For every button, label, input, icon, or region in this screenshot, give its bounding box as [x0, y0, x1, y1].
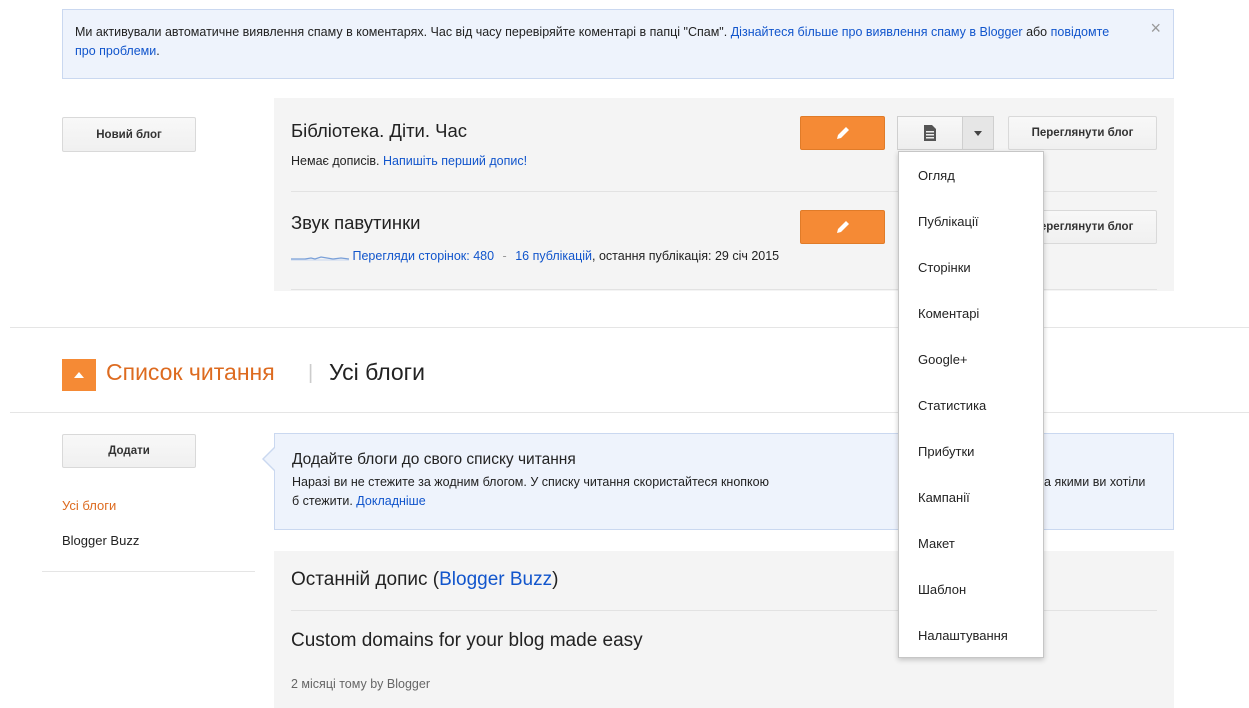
new-post-button[interactable]	[800, 116, 885, 150]
blog-menu-dropdown-button[interactable]	[962, 116, 994, 150]
post-title[interactable]: Custom domains for your blog made easy	[291, 630, 643, 652]
pageviews-sparkline-icon	[291, 256, 350, 261]
notice-or-text: або	[1026, 25, 1048, 39]
posts-count-link[interactable]: 16 публікацій	[515, 249, 592, 263]
menu-item-posts[interactable]: Публікації	[899, 199, 1043, 245]
info-text-body: Наразі ви не стежите за жодним блогом. У…	[292, 475, 769, 489]
learn-more-link[interactable]: Дізнайтеся більше про виявлення спаму в …	[731, 25, 1023, 39]
blogger-buzz-link[interactable]: Blogger Buzz	[439, 569, 552, 590]
section-divider	[10, 327, 1249, 328]
blog-title[interactable]: Бібліотека. Діти. Час	[291, 120, 467, 142]
spam-notice-banner: Ми активували автоматичне виявлення спам…	[62, 9, 1174, 79]
pencil-icon	[836, 127, 849, 139]
view-blog-button[interactable]: Переглянути блог	[1008, 116, 1157, 150]
menu-item-stats[interactable]: Статистика	[899, 383, 1043, 429]
blog-status: Немає дописів. Напишіть перший допис!	[291, 154, 527, 168]
menu-item-google-plus[interactable]: Google+	[899, 337, 1043, 383]
notice-text: Ми активували автоматичне виявлення спам…	[75, 25, 728, 39]
chevron-up-icon	[74, 372, 84, 378]
chevron-down-icon	[974, 130, 982, 136]
collapse-reading-list-button[interactable]	[62, 359, 96, 391]
new-post-button[interactable]	[800, 210, 885, 244]
reading-list-title[interactable]: Список читання	[106, 359, 275, 386]
last-post-text: , остання публікація: 29 січ 2015	[592, 249, 780, 263]
sidebar-item-all-blogs[interactable]: Усі блоги	[62, 498, 116, 513]
document-icon	[924, 125, 936, 141]
close-icon[interactable]: ×	[1150, 19, 1161, 37]
heading-prefix: Останній допис (	[291, 569, 440, 590]
blog-stats: Перегляди сторінок: 480 - 16 публікацій,…	[291, 248, 779, 263]
blog-title[interactable]: Звук павутинки	[291, 212, 421, 234]
menu-item-template[interactable]: Шаблон	[899, 567, 1043, 613]
learn-more-link[interactable]: Докладніше	[356, 494, 425, 508]
tab-separator: |	[308, 362, 314, 384]
sidebar-item-blogger-buzz[interactable]: Blogger Buzz	[62, 533, 139, 548]
tab-all-blogs[interactable]: Усі блоги	[329, 359, 425, 386]
pageviews-link[interactable]: Перегляди сторінок: 480	[352, 249, 494, 263]
menu-item-campaigns[interactable]: Кампанії	[899, 475, 1043, 521]
new-blog-button[interactable]: Новий блог	[62, 117, 196, 152]
add-blog-button[interactable]: Додати	[62, 434, 196, 468]
posts-list-button[interactable]	[897, 116, 962, 150]
post-meta: 2 місяці тому by Blogger	[291, 677, 430, 691]
menu-item-layout[interactable]: Макет	[899, 521, 1043, 567]
menu-item-overview[interactable]: Огляд	[899, 153, 1043, 199]
section-divider	[10, 412, 1249, 413]
blog-actions-menu: Огляд Публікації Сторінки Коментарі Goog…	[898, 151, 1044, 658]
menu-item-earnings[interactable]: Прибутки	[899, 429, 1043, 475]
no-posts-text: Немає дописів.	[291, 154, 380, 168]
menu-item-pages[interactable]: Сторінки	[899, 245, 1043, 291]
notice-end: .	[156, 44, 160, 58]
heading-suffix: )	[552, 569, 559, 590]
last-post-heading: Останній допис (Blogger Buzz)	[291, 569, 558, 591]
sidebar-divider	[42, 571, 255, 572]
menu-item-settings[interactable]: Налаштування	[899, 613, 1043, 659]
menu-item-comments[interactable]: Коментарі	[899, 291, 1043, 337]
write-first-post-link[interactable]: Напишіть перший допис!	[383, 154, 527, 168]
pencil-icon	[836, 221, 849, 233]
stats-separator: -	[502, 249, 507, 263]
